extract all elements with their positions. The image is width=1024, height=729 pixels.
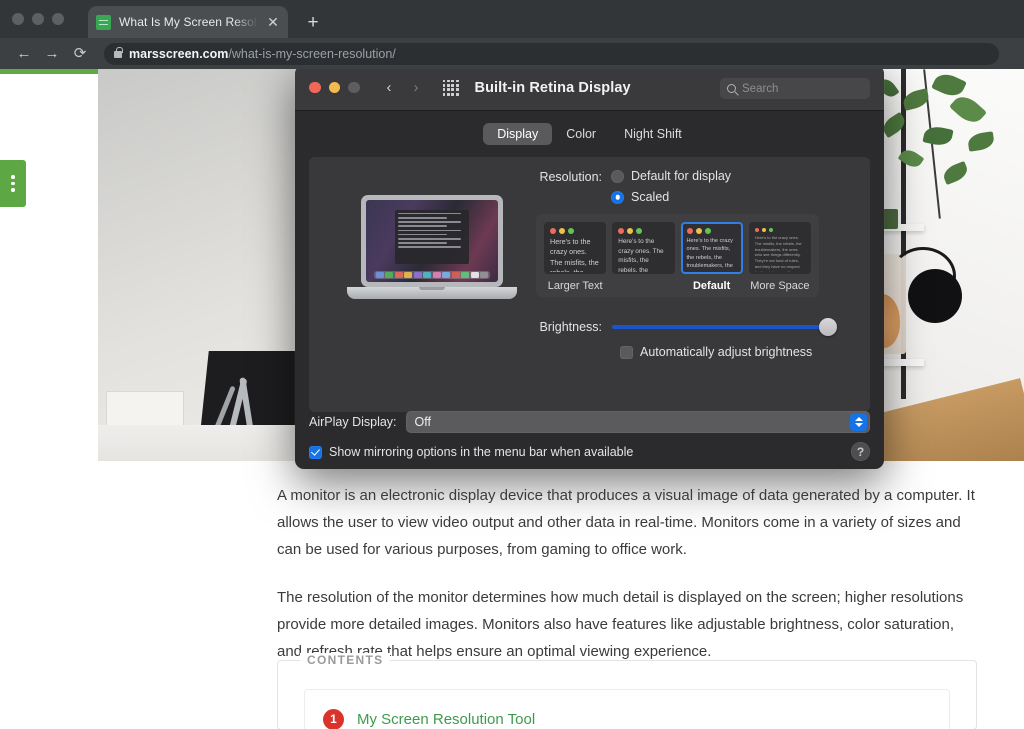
scale-option-label: More Space: [750, 280, 810, 292]
scale-option-second[interactable]: Here's to the crazy ones. The misfits, t…: [612, 222, 675, 292]
side-menu-tab[interactable]: [0, 160, 26, 207]
scale-preview-text: Here's to the crazy ones. The misfits, t…: [618, 238, 664, 274]
brightness-label: Brightness:: [539, 320, 602, 334]
contents-legend: CONTENTS: [300, 653, 391, 667]
tab-night-shift[interactable]: Night Shift: [610, 123, 696, 145]
show-all-grid-icon[interactable]: [442, 79, 459, 96]
auto-brightness-checkbox-row[interactable]: Automatically adjust brightness: [620, 345, 858, 359]
airplay-dropdown[interactable]: Off: [405, 411, 870, 433]
scale-preview-text: Here's to the crazy ones. The misfits, t…: [754, 235, 803, 274]
scale-preview-thumbnail-selected: Here's to the crazy ones. The misfits, t…: [680, 222, 743, 274]
url-text: marsscreen.com/what-is-my-screen-resolut…: [129, 47, 396, 61]
tab-color[interactable]: Color: [552, 123, 610, 145]
window-minimize-button[interactable]: [32, 13, 44, 25]
window-traffic-lights[interactable]: [12, 13, 64, 25]
page-accent-bar: [0, 69, 98, 74]
scale-preview-thumbnail: Here's to the crazy ones. The misfits, t…: [544, 222, 607, 274]
prefs-nav-arrows[interactable]: ‹ ›: [387, 80, 419, 95]
radio-icon-selected: [611, 190, 624, 204]
web-page: ‹ › Built-in Retina Display Search Displ…: [0, 69, 1024, 729]
scale-option-label: Default: [692, 280, 731, 292]
brightness-slider-knob[interactable]: [819, 318, 837, 336]
airplay-row: AirPlay Display: Off: [309, 411, 870, 433]
prefs-zoom-button: [348, 81, 360, 94]
checkbox-icon-checked[interactable]: [309, 445, 322, 459]
list-item[interactable]: 1 My Screen Resolution Tool: [304, 689, 950, 729]
browser-window: What Is My Screen Resolution? ✕ + ← → ⟳ …: [0, 0, 1024, 729]
display-controls: Resolution: Default for display Scaled H…: [527, 157, 858, 359]
scale-preview-text: Here's to the crazy ones. The misfits, t…: [550, 237, 599, 274]
url-host: marsscreen.com: [129, 46, 229, 61]
radio-icon-unselected: [611, 169, 624, 183]
lock-icon: [114, 47, 123, 58]
stepper-up-down-icon[interactable]: [850, 413, 867, 431]
browser-tab-bar: What Is My Screen Resolution? ✕ +: [0, 0, 1024, 38]
article-paragraph-1: A monitor is an electronic display devic…: [277, 487, 975, 558]
airplay-label: AirPlay Display:: [309, 415, 397, 429]
scale-preview-thumbnail: Here's to the crazy ones. The misfits, t…: [612, 222, 675, 274]
back-icon[interactable]: ←: [10, 46, 38, 61]
display-preferences-window: ‹ › Built-in Retina Display Search Displ…: [295, 69, 884, 469]
vertical-ellipsis-icon: [11, 175, 15, 192]
prefs-title-bar: ‹ › Built-in Retina Display Search: [295, 69, 884, 111]
display-settings-panel: Resolution: Default for display Scaled H…: [309, 157, 870, 412]
close-icon[interactable]: ✕: [266, 15, 280, 29]
contents-number-badge: 1: [323, 708, 344, 729]
url-path: /what-is-my-screen-resolution/: [228, 46, 396, 61]
checkbox-icon-unchecked[interactable]: [620, 345, 633, 359]
scaled-resolution-options: Here's to the crazy ones. The misfits, t…: [536, 214, 819, 297]
forward-icon[interactable]: →: [38, 46, 66, 61]
scale-option-label: Larger Text: [547, 280, 603, 292]
prefs-body: Display Color Night Shift Resolution: De…: [295, 111, 884, 469]
favicon-icon: [96, 14, 111, 30]
tab-strip: What Is My Screen Resolution? ✕ +: [88, 6, 324, 38]
new-tab-button[interactable]: +: [302, 13, 324, 32]
airplay-value: Off: [414, 415, 431, 429]
chevron-right-icon[interactable]: ›: [414, 80, 419, 95]
window-maximize-button[interactable]: [52, 13, 64, 25]
browser-tab[interactable]: What Is My Screen Resolution? ✕: [88, 6, 288, 38]
browser-toolbar: ← → ⟳ marsscreen.com/what-is-my-screen-r…: [0, 38, 1024, 69]
prefs-close-button[interactable]: [309, 81, 321, 94]
window-close-button[interactable]: [12, 13, 24, 25]
contents-link[interactable]: My Screen Resolution Tool: [357, 711, 535, 728]
brightness-slider[interactable]: [612, 318, 837, 336]
search-placeholder: Search: [742, 82, 779, 95]
prefs-footer: AirPlay Display: Off Show mirroring opti…: [309, 411, 870, 461]
radio-scaled-label: Scaled: [631, 190, 670, 204]
scale-preview-thumbnail: Here's to the crazy ones. The misfits, t…: [748, 222, 811, 274]
scale-preview-text: Here's to the crazy ones. The misfits, t…: [686, 238, 733, 272]
address-bar[interactable]: marsscreen.com/what-is-my-screen-resolut…: [104, 42, 999, 65]
auto-brightness-label: Automatically adjust brightness: [640, 345, 813, 359]
radio-default-for-display[interactable]: Default for display: [611, 169, 731, 183]
chevron-left-icon[interactable]: ‹: [387, 80, 392, 95]
scale-option-more-space[interactable]: Here's to the crazy ones. The misfits, t…: [748, 222, 811, 292]
prefs-window-title: Built-in Retina Display: [474, 79, 631, 96]
resolution-row: Resolution: Default for display Scaled: [527, 169, 858, 204]
reload-icon[interactable]: ⟳: [66, 46, 94, 61]
scale-option-default[interactable]: Here's to the crazy ones. The misfits, t…: [680, 222, 743, 292]
mirroring-checkbox-row[interactable]: Show mirroring options in the menu bar w…: [309, 445, 870, 459]
brightness-row: Brightness:: [527, 318, 858, 336]
prefs-search-field[interactable]: Search: [720, 78, 870, 99]
prefs-traffic-lights[interactable]: [309, 81, 360, 94]
contents-box: CONTENTS 1 My Screen Resolution Tool: [277, 653, 977, 729]
mirroring-label: Show mirroring options in the menu bar w…: [329, 445, 634, 459]
tab-display[interactable]: Display: [483, 123, 553, 145]
prefs-tab-bar: Display Color Night Shift: [295, 123, 884, 145]
tab-title: What Is My Screen Resolution?: [119, 15, 258, 29]
macbook-illustration: [347, 195, 517, 307]
search-icon: [727, 84, 736, 93]
resolution-label: Resolution:: [539, 170, 602, 184]
prefs-minimize-button[interactable]: [328, 81, 340, 94]
radio-scaled[interactable]: Scaled: [611, 190, 731, 204]
scale-option-larger-text[interactable]: Here's to the crazy ones. The misfits, t…: [544, 222, 607, 292]
radio-default-label: Default for display: [631, 169, 732, 183]
help-icon[interactable]: ?: [851, 442, 870, 461]
